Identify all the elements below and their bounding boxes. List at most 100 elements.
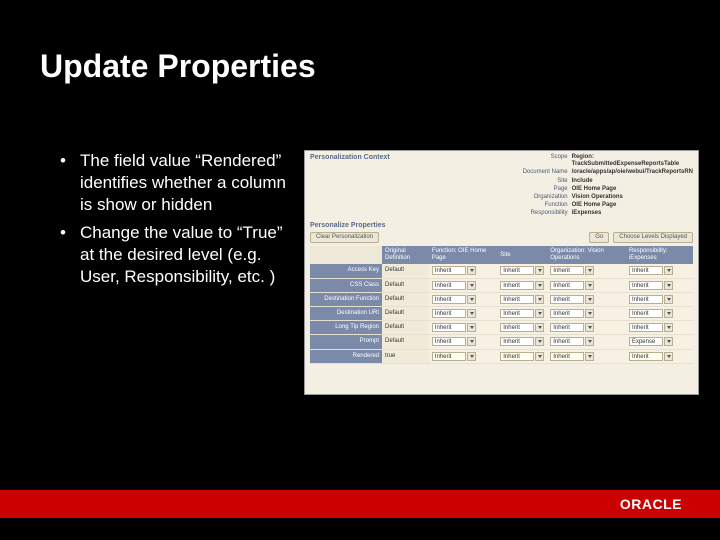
dropdown-icon[interactable] xyxy=(535,352,544,361)
dropdown-icon[interactable] xyxy=(664,295,673,304)
value-input[interactable]: Inherit xyxy=(550,323,584,332)
value-input[interactable]: Inherit xyxy=(432,352,466,361)
dropdown-icon[interactable] xyxy=(467,337,476,346)
dropdown-icon[interactable] xyxy=(664,337,673,346)
value-input[interactable]: Inherit xyxy=(500,266,534,275)
dropdown-icon[interactable] xyxy=(585,309,594,318)
footer-black-bar xyxy=(0,518,720,540)
col-header: Organization: Vision Operations xyxy=(547,246,626,264)
ctx-label: Scope xyxy=(498,154,568,168)
value-input[interactable]: Inherit xyxy=(550,266,584,275)
dropdown-icon[interactable] xyxy=(467,266,476,275)
dropdown-icon[interactable] xyxy=(467,295,476,304)
level-cell: Expense Reports xyxy=(626,335,693,349)
row-name: Destination Function xyxy=(310,292,382,306)
dropdown-icon[interactable] xyxy=(585,295,594,304)
dropdown-icon[interactable] xyxy=(535,337,544,346)
value-input[interactable]: Inherit xyxy=(550,337,584,346)
dropdown-icon[interactable] xyxy=(535,281,544,290)
level-cell: Inherit xyxy=(497,278,547,292)
ctx-label: Site xyxy=(498,178,568,185)
dropdown-icon[interactable] xyxy=(585,266,594,275)
value-input[interactable]: Inherit xyxy=(432,281,466,290)
value-input[interactable]: Inherit xyxy=(550,295,584,304)
choose-levels-button[interactable]: Choose Levels Displayed xyxy=(613,232,693,243)
value-input[interactable]: Inherit xyxy=(629,309,663,318)
original-definition-cell: Default xyxy=(382,335,429,349)
level-cell: Inherit xyxy=(547,264,626,278)
dropdown-icon[interactable] xyxy=(535,309,544,318)
dropdown-icon[interactable] xyxy=(535,295,544,304)
dropdown-icon[interactable] xyxy=(467,281,476,290)
row-name: Destination URI xyxy=(310,307,382,321)
dropdown-icon[interactable] xyxy=(664,323,673,332)
dropdown-icon[interactable] xyxy=(585,323,594,332)
level-cell: Inherit xyxy=(497,321,547,335)
value-input[interactable]: Inherit xyxy=(432,309,466,318)
ctx-label: Responsibility xyxy=(498,210,568,217)
slide-content: The field value “Rendered” identifies wh… xyxy=(60,150,700,395)
oracle-o-icon xyxy=(600,497,615,512)
level-cell: Inherit xyxy=(429,335,497,349)
level-cell: Inherit xyxy=(429,292,497,306)
go-button[interactable]: Go xyxy=(589,232,609,243)
value-input[interactable]: Inherit xyxy=(500,323,534,332)
level-cell: Inherit xyxy=(547,278,626,292)
ctx-value: Include xyxy=(572,178,693,185)
value-input[interactable]: Inherit xyxy=(432,295,466,304)
value-input[interactable]: Inherit xyxy=(629,323,663,332)
dropdown-icon[interactable] xyxy=(585,352,594,361)
dropdown-icon[interactable] xyxy=(535,323,544,332)
value-input[interactable]: Inherit xyxy=(550,309,584,318)
oracle-logo: ORACLE xyxy=(600,496,682,512)
slide-title: Update Properties xyxy=(40,48,316,85)
table-row: RenderedtrueInheritInheritInheritInherit xyxy=(310,349,693,363)
dropdown-icon[interactable] xyxy=(664,281,673,290)
value-input[interactable]: Inherit xyxy=(629,281,663,290)
context-heading: Personalization Context xyxy=(310,154,490,162)
level-cell: Inherit xyxy=(626,349,693,363)
original-definition-cell: Default xyxy=(382,292,429,306)
dropdown-icon[interactable] xyxy=(585,281,594,290)
value-input[interactable]: Inherit xyxy=(500,352,534,361)
value-input[interactable]: Inherit xyxy=(432,323,466,332)
dropdown-icon[interactable] xyxy=(467,309,476,318)
value-input[interactable]: Inherit xyxy=(500,337,534,346)
level-cell: Inherit xyxy=(429,349,497,363)
level-cell: Inherit xyxy=(626,292,693,306)
value-input[interactable]: Inherit xyxy=(550,281,584,290)
value-input[interactable]: Inherit xyxy=(550,352,584,361)
dropdown-icon[interactable] xyxy=(664,352,673,361)
ctx-value: /oracle/apps/ap/oie/webui/TrackReportsRN xyxy=(572,169,693,176)
table-row: CSS ClassDefaultInheritInheritInheritInh… xyxy=(310,278,693,292)
dropdown-icon[interactable] xyxy=(664,266,673,275)
ctx-label: Page xyxy=(498,186,568,193)
table-row: PromptDefaultInheritInheritInheritExpens… xyxy=(310,335,693,349)
value-input[interactable]: Inherit xyxy=(432,266,466,275)
level-cell: Inherit xyxy=(429,321,497,335)
value-input[interactable]: Inherit xyxy=(500,281,534,290)
dropdown-icon[interactable] xyxy=(467,323,476,332)
original-definition-cell: Default xyxy=(382,278,429,292)
value-input[interactable]: Inherit xyxy=(432,337,466,346)
ctx-value: iExpenses xyxy=(572,210,693,217)
bullet-list: The field value “Rendered” identifies wh… xyxy=(60,150,290,295)
table-row: Access KeyDefaultInheritInheritInheritIn… xyxy=(310,264,693,278)
ctx-value: Region: TrackSubmittedExpenseReportsTabl… xyxy=(572,154,693,168)
dropdown-icon[interactable] xyxy=(467,352,476,361)
level-cell: Inherit xyxy=(547,292,626,306)
value-input[interactable]: Inherit xyxy=(629,266,663,275)
col-header: Responsibility: iExpenses xyxy=(626,246,693,264)
value-input[interactable]: Expense Reports xyxy=(629,337,663,346)
value-input[interactable]: Inherit xyxy=(500,295,534,304)
table-row: Destination FunctionDefaultInheritInheri… xyxy=(310,292,693,306)
bullet-item: The field value “Rendered” identifies wh… xyxy=(60,150,290,216)
value-input[interactable]: Inherit xyxy=(629,295,663,304)
dropdown-icon[interactable] xyxy=(664,309,673,318)
value-input[interactable]: Inherit xyxy=(500,309,534,318)
value-input[interactable]: Inherit xyxy=(629,352,663,361)
clear-personalization-button[interactable]: Clear Personalization xyxy=(310,232,379,243)
level-cell: Inherit xyxy=(497,335,547,349)
dropdown-icon[interactable] xyxy=(585,337,594,346)
dropdown-icon[interactable] xyxy=(535,266,544,275)
